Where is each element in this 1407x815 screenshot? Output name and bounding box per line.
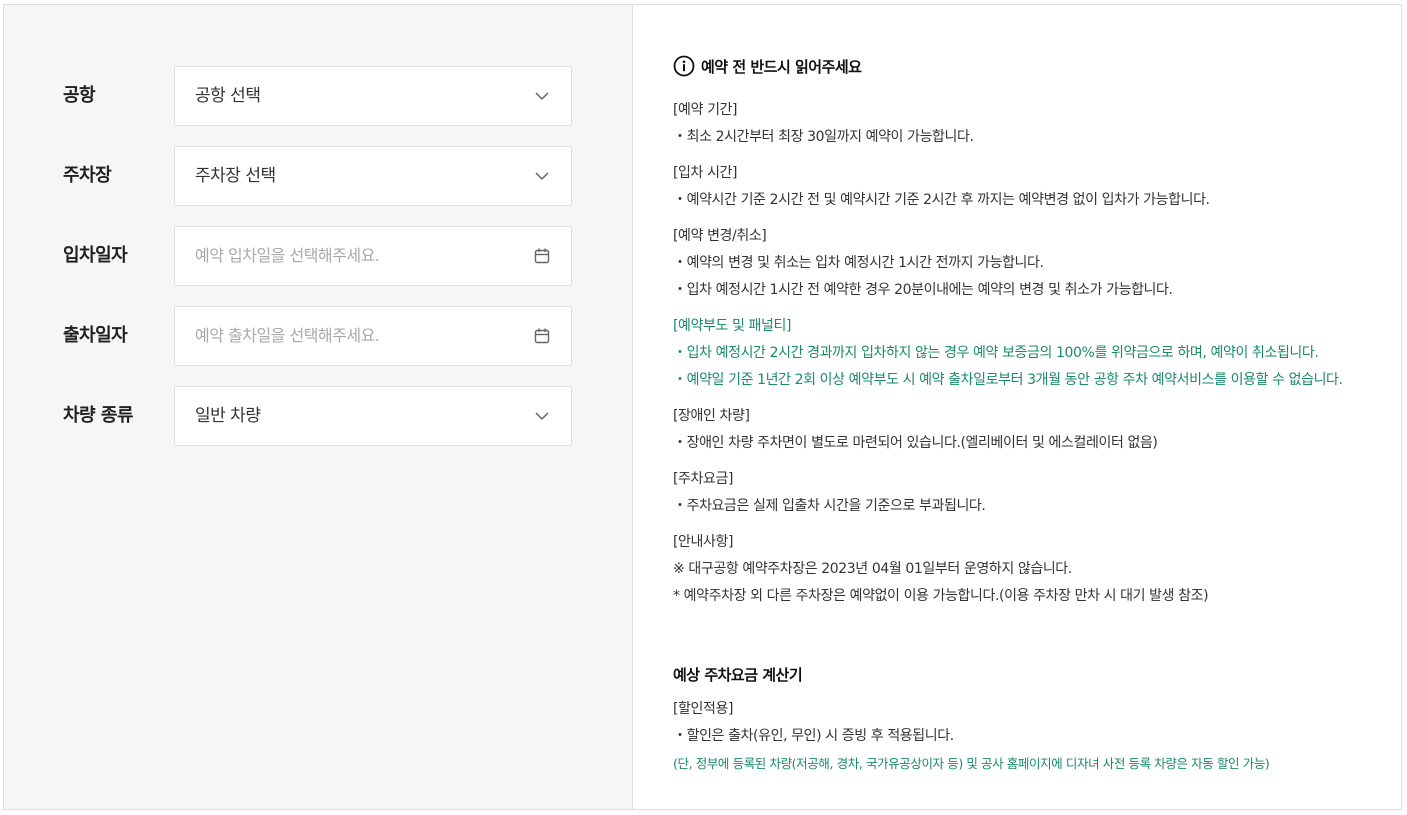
vehicle-select[interactable]: 일반 차량	[174, 386, 572, 446]
section-heading: [예약 변경/취소]	[673, 228, 767, 244]
reservation-panel: 공항 공항 선택 주차장 주차장 선택 입차일자 예약 입차일을 선택해주세요.…	[3, 4, 1402, 810]
section-line: ・입차 예정시간 1시간 전 예약한 경우 20분이내에는 예약의 변경 및 취…	[673, 282, 1173, 298]
section-line: ※ 대구공항 예약주차장은 2023년 04월 01일부터 운영하지 않습니다.	[673, 561, 1072, 577]
chevron-down-icon	[535, 92, 549, 101]
section-line: ・장애인 차량 주차면이 별도로 마련되어 있습니다.(엘리베이터 및 에스컬레…	[673, 435, 1158, 451]
exit-date-row: 출차일자 예약 출차일을 선택해주세요.	[4, 306, 632, 366]
section-line: ・예약시간 기준 2시간 전 및 예약시간 기준 2시간 후 까지는 예약변경 …	[673, 192, 1210, 208]
entry-date-label: 입차일자	[63, 245, 128, 266]
calendar-icon[interactable]	[533, 327, 551, 345]
reservation-form: 공항 공항 선택 주차장 주차장 선택 입차일자 예약 입차일을 선택해주세요.…	[4, 5, 633, 809]
notice-section-penalty: [예약부도 및 패널티] ・입차 예정시간 2시간 경과까지 입차하지 않는 경…	[673, 313, 1343, 394]
vehicle-row: 차량 종류 일반 차량	[4, 386, 632, 446]
chevron-down-icon	[535, 412, 549, 421]
section-line: ・입차 예정시간 2시간 경과까지 입차하지 않는 경우 예약 보증금의 100…	[673, 345, 1319, 361]
parking-select[interactable]: 주차장 선택	[174, 146, 572, 206]
airport-row: 공항 공항 선택	[4, 66, 632, 126]
calculator-title: 예상 주차요금 계산기	[673, 666, 803, 684]
notice-title: 예약 전 반드시 읽어주세요	[701, 57, 862, 76]
vehicle-select-value: 일반 차량	[195, 406, 261, 426]
notice-section-info: [안내사항] ※ 대구공항 예약주차장은 2023년 04월 01일부터 운영하…	[673, 529, 1209, 610]
section-heading: [예약 기간]	[673, 102, 738, 118]
section-heading: [할인적용]	[673, 701, 734, 717]
notice-header: 예약 전 반드시 읽어주세요	[673, 55, 862, 77]
section-heading: [입차 시간]	[673, 165, 738, 181]
section-heading: [안내사항]	[673, 534, 734, 550]
notice-section-period: [예약 기간] ・최소 2시간부터 최장 30일까지 예약이 가능합니다.	[673, 97, 974, 151]
notice-section-parking-fee: [주차요금] ・주차요금은 실제 입출차 시간을 기준으로 부과됩니다.	[673, 466, 986, 520]
section-line: * 예약주차장 외 다른 주차장은 예약없이 이용 가능합니다.(이용 주차장 …	[673, 588, 1209, 604]
exit-date-label: 출차일자	[63, 325, 128, 346]
parking-label: 주차장	[63, 165, 112, 186]
entry-date-row: 입차일자 예약 입차일을 선택해주세요.	[4, 226, 632, 286]
chevron-down-icon	[535, 172, 549, 181]
section-heading: [예약부도 및 패널티]	[673, 318, 792, 334]
notice-panel: 예약 전 반드시 읽어주세요 [예약 기간] ・최소 2시간부터 최장 30일까…	[633, 5, 1401, 809]
exit-date-input[interactable]: 예약 출차일을 선택해주세요.	[174, 306, 572, 366]
section-heading: [주차요금]	[673, 471, 734, 487]
discount-note: (단, 정부에 등록된 차량(저공해, 경차, 국가유공상이자 등) 및 공사 …	[673, 756, 1270, 771]
calculator-discount: [할인적용] ・할인은 출차(유인, 무인) 시 증빙 후 적용됩니다. (단,…	[673, 696, 1270, 777]
vehicle-label: 차량 종류	[63, 405, 134, 426]
airport-select-value: 공항 선택	[195, 86, 261, 106]
notice-section-change-cancel: [예약 변경/취소] ・예약의 변경 및 취소는 입차 예정시간 1시간 전까지…	[673, 223, 1173, 304]
parking-row: 주차장 주차장 선택	[4, 146, 632, 206]
exit-date-placeholder: 예약 출차일을 선택해주세요.	[195, 326, 380, 345]
section-heading: [장애인 차량]	[673, 408, 750, 424]
airport-select[interactable]: 공항 선택	[174, 66, 572, 126]
notice-section-disabled-vehicle: [장애인 차량] ・장애인 차량 주차면이 별도로 마련되어 있습니다.(엘리베…	[673, 403, 1158, 457]
entry-date-placeholder: 예약 입차일을 선택해주세요.	[195, 246, 380, 265]
section-line: ・할인은 출차(유인, 무인) 시 증빙 후 적용됩니다.	[673, 728, 954, 744]
info-circle-icon	[673, 55, 695, 77]
section-line: ・최소 2시간부터 최장 30일까지 예약이 가능합니다.	[673, 129, 974, 145]
notice-section-entry-time: [입차 시간] ・예약시간 기준 2시간 전 및 예약시간 기준 2시간 후 까…	[673, 160, 1210, 214]
airport-label: 공항	[63, 85, 96, 106]
section-line: ・예약의 변경 및 취소는 입차 예정시간 1시간 전까지 가능합니다.	[673, 255, 1044, 271]
entry-date-input[interactable]: 예약 입차일을 선택해주세요.	[174, 226, 572, 286]
section-line: ・예약일 기준 1년간 2회 이상 예약부도 시 예약 출차일로부터 3개월 동…	[673, 372, 1343, 388]
section-line: ・주차요금은 실제 입출차 시간을 기준으로 부과됩니다.	[673, 498, 986, 514]
parking-select-value: 주차장 선택	[195, 166, 276, 186]
calendar-icon[interactable]	[533, 247, 551, 265]
